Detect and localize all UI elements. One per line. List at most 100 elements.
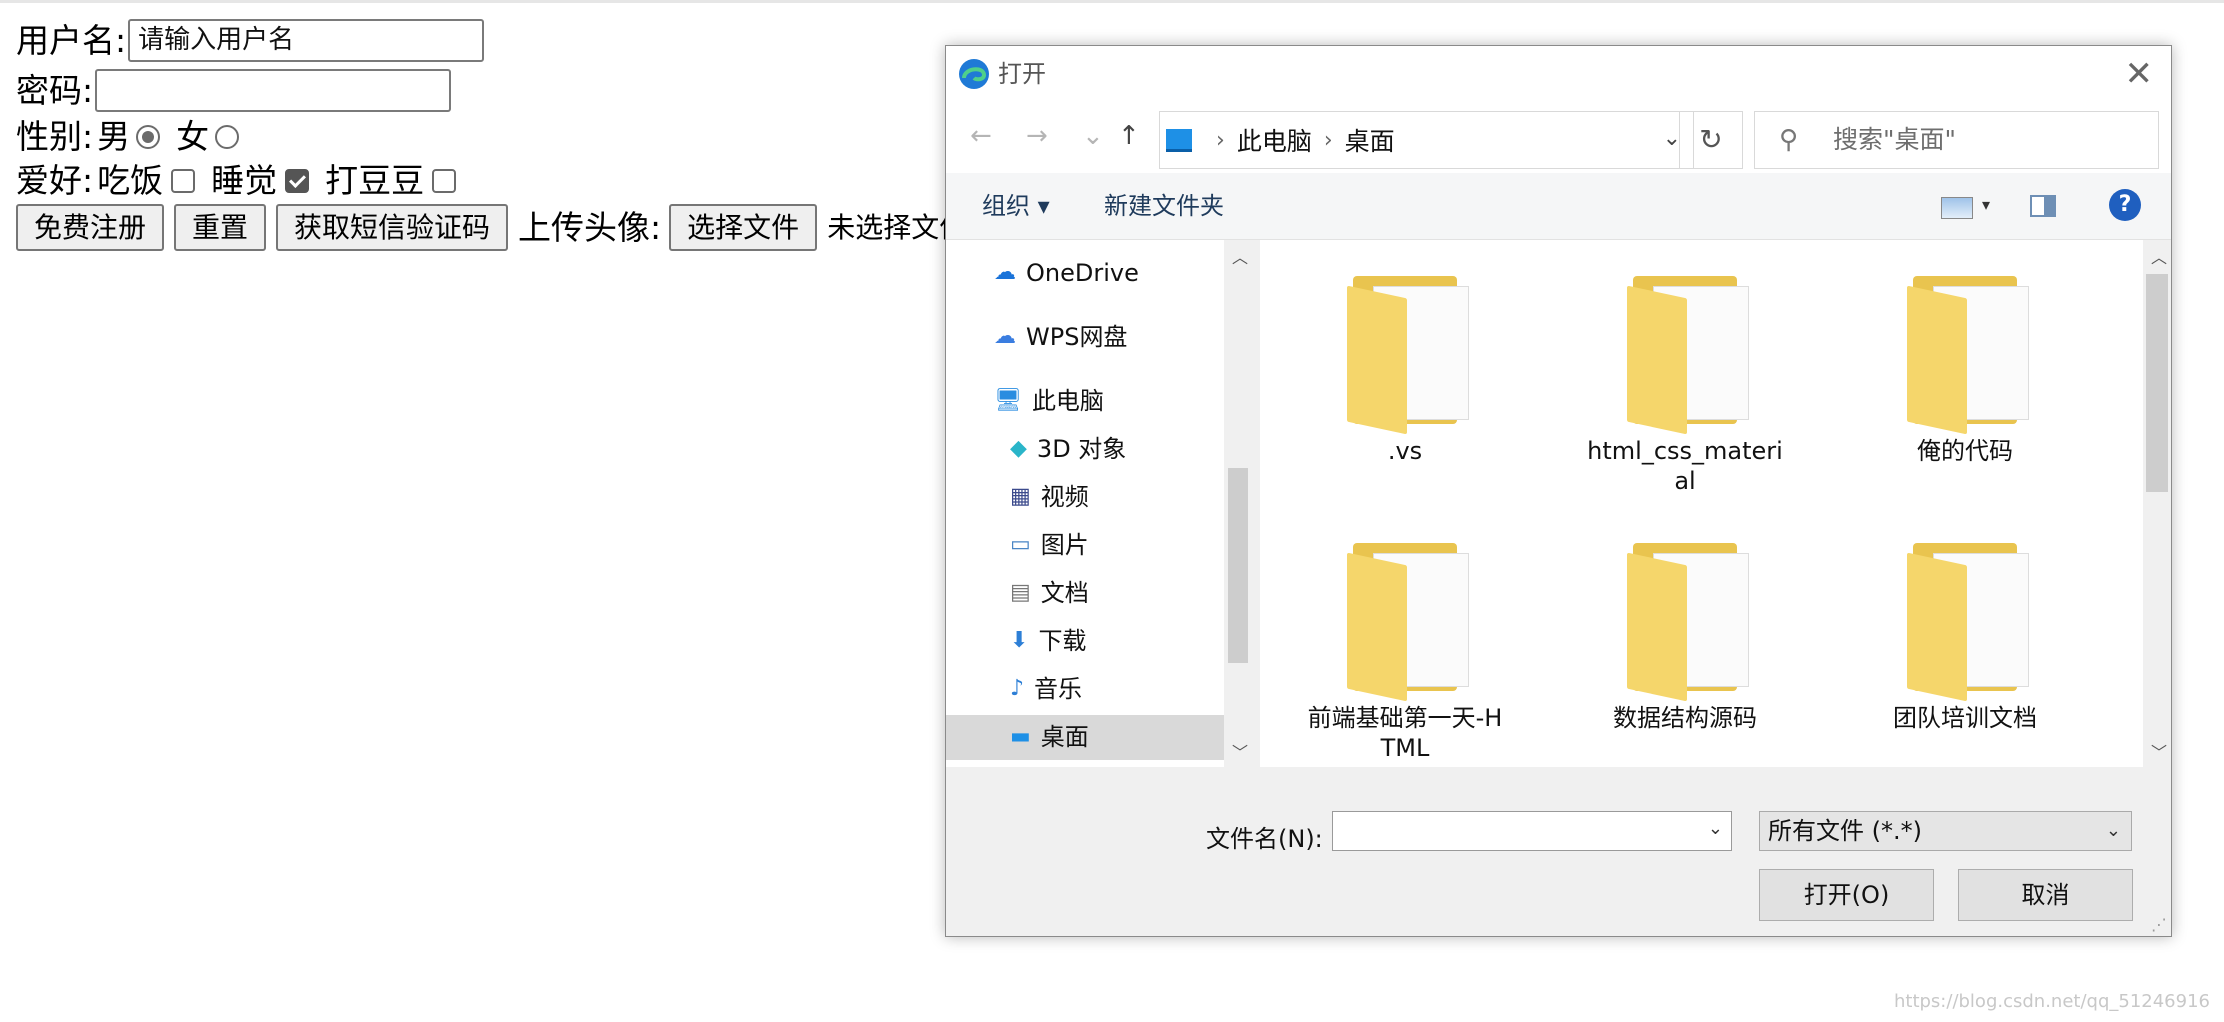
filename-input[interactable]: ⌄: [1332, 811, 1732, 851]
file-name: 团队培训文档: [1893, 704, 2037, 732]
recent-locations-chevron-icon[interactable]: ⌄: [1082, 121, 1104, 151]
nav-item-label: 下载: [1038, 627, 1087, 655]
gender-female-radio[interactable]: [215, 124, 240, 149]
breadcrumb-this-pc[interactable]: 此电脑: [1237, 122, 1312, 158]
view-options-icon[interactable]: [1941, 197, 1973, 219]
new-folder-button[interactable]: 新建文件夹: [1104, 191, 1224, 221]
nav-item-documents[interactable]: ▤ 文档: [1010, 576, 1089, 610]
nav-item-pictures[interactable]: ▭ 图片: [1010, 528, 1089, 562]
file-name: .vs: [1387, 437, 1423, 465]
hobby-eat-label: 吃饭: [97, 161, 164, 200]
desktop-icon: ▬: [1010, 724, 1031, 749]
nav-item-this-pc[interactable]: 🖥 此电脑: [994, 384, 1104, 418]
folder-icon: [1335, 537, 1475, 702]
picture-icon: ▭: [1010, 532, 1031, 557]
file-tile[interactable]: 俺的代码: [1865, 270, 2065, 466]
nav-item-label: 此电脑: [1031, 387, 1104, 415]
search-input[interactable]: ⚲ 搜索"桌面": [1754, 111, 2159, 169]
nav-item-3d-objects[interactable]: ◆ 3D 对象: [1010, 432, 1126, 466]
cube-icon: ◆: [1010, 436, 1027, 461]
organize-menu[interactable]: 组织 ▾: [982, 191, 1050, 221]
resize-grip-icon[interactable]: ⋰: [2151, 915, 2167, 934]
file-name: 俺的代码: [1917, 437, 2013, 465]
edge-browser-icon: [959, 59, 989, 89]
back-arrow-icon[interactable]: ←: [970, 121, 992, 151]
gender-male-label: 男: [97, 117, 131, 156]
password-input[interactable]: [95, 69, 452, 112]
search-icon: ⚲: [1779, 125, 1799, 155]
file-tile[interactable]: 前端基础第一天-HTML: [1305, 537, 1505, 763]
help-icon[interactable]: ?: [2109, 189, 2141, 221]
scroll-down-icon[interactable]: ﹀: [1232, 739, 1248, 763]
command-bar: 组织 ▾ 新建文件夹 ▾ ?: [946, 173, 2171, 240]
folder-icon: [1335, 270, 1475, 435]
file-tile[interactable]: 数据结构源码: [1585, 537, 1785, 733]
nav-item-downloads[interactable]: ⬇ 下载: [1010, 624, 1086, 658]
hobby-dadoudou-label: 打豆豆: [325, 161, 425, 200]
close-icon[interactable]: ✕: [2125, 52, 2154, 96]
actions-row: 免费注册 重置 获取短信验证码 上传头像: 选择文件 未选择文件: [16, 204, 967, 251]
dialog-footer: 文件名(N): ⌄ 所有文件 (*.*) ⌄ 打开(O) 取消 ⋰: [946, 767, 2171, 936]
gender-male-radio[interactable]: [136, 124, 161, 149]
file-list-scrollbar[interactable]: ︿ ﹀: [2143, 240, 2171, 767]
chevron-down-icon[interactable]: ⌄: [1708, 818, 1723, 839]
username-input[interactable]: 请输入用户名: [128, 19, 485, 62]
nav-item-onedrive[interactable]: ☁ OneDrive: [994, 256, 1139, 290]
file-name: 数据结构源码: [1613, 704, 1757, 732]
nav-item-label: 视频: [1040, 483, 1089, 511]
film-icon: ▦: [1010, 484, 1031, 509]
nav-item-wps[interactable]: ☁ WPS网盘: [994, 320, 1127, 354]
nav-item-videos[interactable]: ▦ 视频: [1010, 480, 1089, 514]
hobby-sleep-label: 睡觉: [211, 161, 278, 200]
cloud-icon: ☁: [994, 260, 1016, 285]
file-tile[interactable]: .vs: [1305, 270, 1505, 466]
scrollbar-thumb[interactable]: [1228, 468, 1248, 663]
folder-icon: [1615, 537, 1755, 702]
hobby-dadoudou-checkbox[interactable]: [432, 168, 457, 193]
avatar-label: 上传头像:: [518, 208, 662, 247]
nav-item-label: 文档: [1040, 579, 1089, 607]
file-open-dialog: 打开 ✕ ← → ⌄ ↑ › 此电脑 › 桌面 ⌄ ↻ ⚲ 搜索"桌面" 组织 …: [945, 45, 2172, 937]
file-tile[interactable]: html_css_material: [1585, 270, 1785, 496]
cancel-button[interactable]: 取消: [1958, 869, 2133, 921]
music-icon: ♪: [1010, 676, 1025, 701]
hobby-label: 爱好:: [16, 161, 94, 200]
choose-file-button[interactable]: 选择文件: [669, 204, 818, 251]
register-button[interactable]: 免费注册: [16, 204, 165, 251]
search-placeholder: 搜索"桌面": [1833, 125, 1956, 154]
nav-item-label: WPS网盘: [1026, 323, 1128, 351]
address-bar[interactable]: › 此电脑 › 桌面 ⌄: [1159, 111, 1694, 169]
nav-item-music[interactable]: ♪ 音乐: [1010, 672, 1082, 706]
page-top-border: [0, 0, 2224, 3]
nav-item-label: 图片: [1040, 531, 1089, 559]
view-dropdown-icon[interactable]: ▾: [1982, 195, 1990, 214]
refresh-icon[interactable]: ↻: [1679, 111, 1743, 169]
dialog-title: 打开: [998, 60, 1046, 88]
nav-pane-scrollbar[interactable]: ︿ ﹀: [1224, 240, 1252, 767]
filename-label: 文件名(N):: [1206, 825, 1323, 853]
folder-icon: [1615, 270, 1755, 435]
file-type-select[interactable]: 所有文件 (*.*) ⌄: [1759, 811, 2132, 851]
file-name: 前端基础第一天-HTML: [1307, 704, 1503, 762]
password-row: 密码:: [16, 68, 452, 113]
scroll-up-icon[interactable]: ︿: [1232, 244, 1248, 268]
scroll-up-icon[interactable]: ︿: [2151, 244, 2167, 268]
open-button[interactable]: 打开(O): [1759, 869, 1934, 921]
file-tile[interactable]: 团队培训文档: [1865, 537, 2065, 733]
scroll-down-icon[interactable]: ﹀: [2151, 739, 2167, 763]
nav-item-label: 3D 对象: [1036, 435, 1127, 463]
hobby-eat-checkbox[interactable]: [171, 168, 196, 193]
preview-pane-icon[interactable]: [2030, 195, 2056, 217]
up-arrow-icon[interactable]: ↑: [1118, 121, 1140, 151]
password-label: 密码:: [16, 71, 94, 110]
scrollbar-thumb[interactable]: [2146, 274, 2168, 492]
sms-code-button[interactable]: 获取短信验证码: [276, 204, 509, 251]
username-row: 用户名: 请输入用户名: [16, 18, 485, 63]
nav-item-desktop[interactable]: ▬ 桌面: [1010, 720, 1089, 754]
forward-arrow-icon[interactable]: →: [1026, 121, 1048, 151]
computer-icon: 🖥: [994, 388, 1022, 413]
reset-button[interactable]: 重置: [174, 204, 267, 251]
hobby-sleep-checkbox[interactable]: [285, 168, 310, 193]
nav-item-label: 音乐: [1034, 675, 1083, 703]
breadcrumb-desktop[interactable]: 桌面: [1345, 122, 1395, 158]
